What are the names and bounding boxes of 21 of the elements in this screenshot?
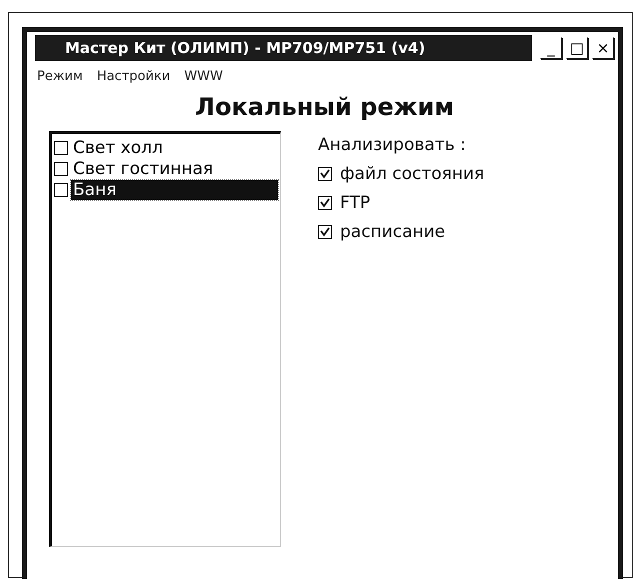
window-title: Мастер Кит (ОЛИМП) - MP709/MP751 (v4) [35,35,532,61]
menu-item[interactable]: Настройки [96,69,170,89]
checkbox[interactable] [318,224,332,238]
page-heading: Локальный режим [194,93,455,121]
checkbox-label: FTP [340,192,370,212]
list-item[interactable]: Свет холл [71,138,165,158]
checkbox[interactable] [54,162,68,176]
maximize-button[interactable]: □ [566,37,588,59]
checkbox[interactable] [318,166,332,180]
menu-item[interactable]: Режим [37,69,83,89]
checkbox[interactable] [54,182,68,196]
group-label: Анализировать : [318,135,466,155]
list-item[interactable]: Баня [71,180,278,200]
checkbox-label: файл состояния [340,164,484,184]
checkbox[interactable] [54,140,68,154]
checkbox-label: расписание [340,222,446,242]
checkbox[interactable] [318,196,332,210]
menu-item[interactable]: WWW [184,69,223,89]
list-item[interactable]: Свет гостинная [71,158,216,178]
close-button[interactable]: × [592,37,614,59]
minimize-button[interactable]: _ [540,37,562,59]
